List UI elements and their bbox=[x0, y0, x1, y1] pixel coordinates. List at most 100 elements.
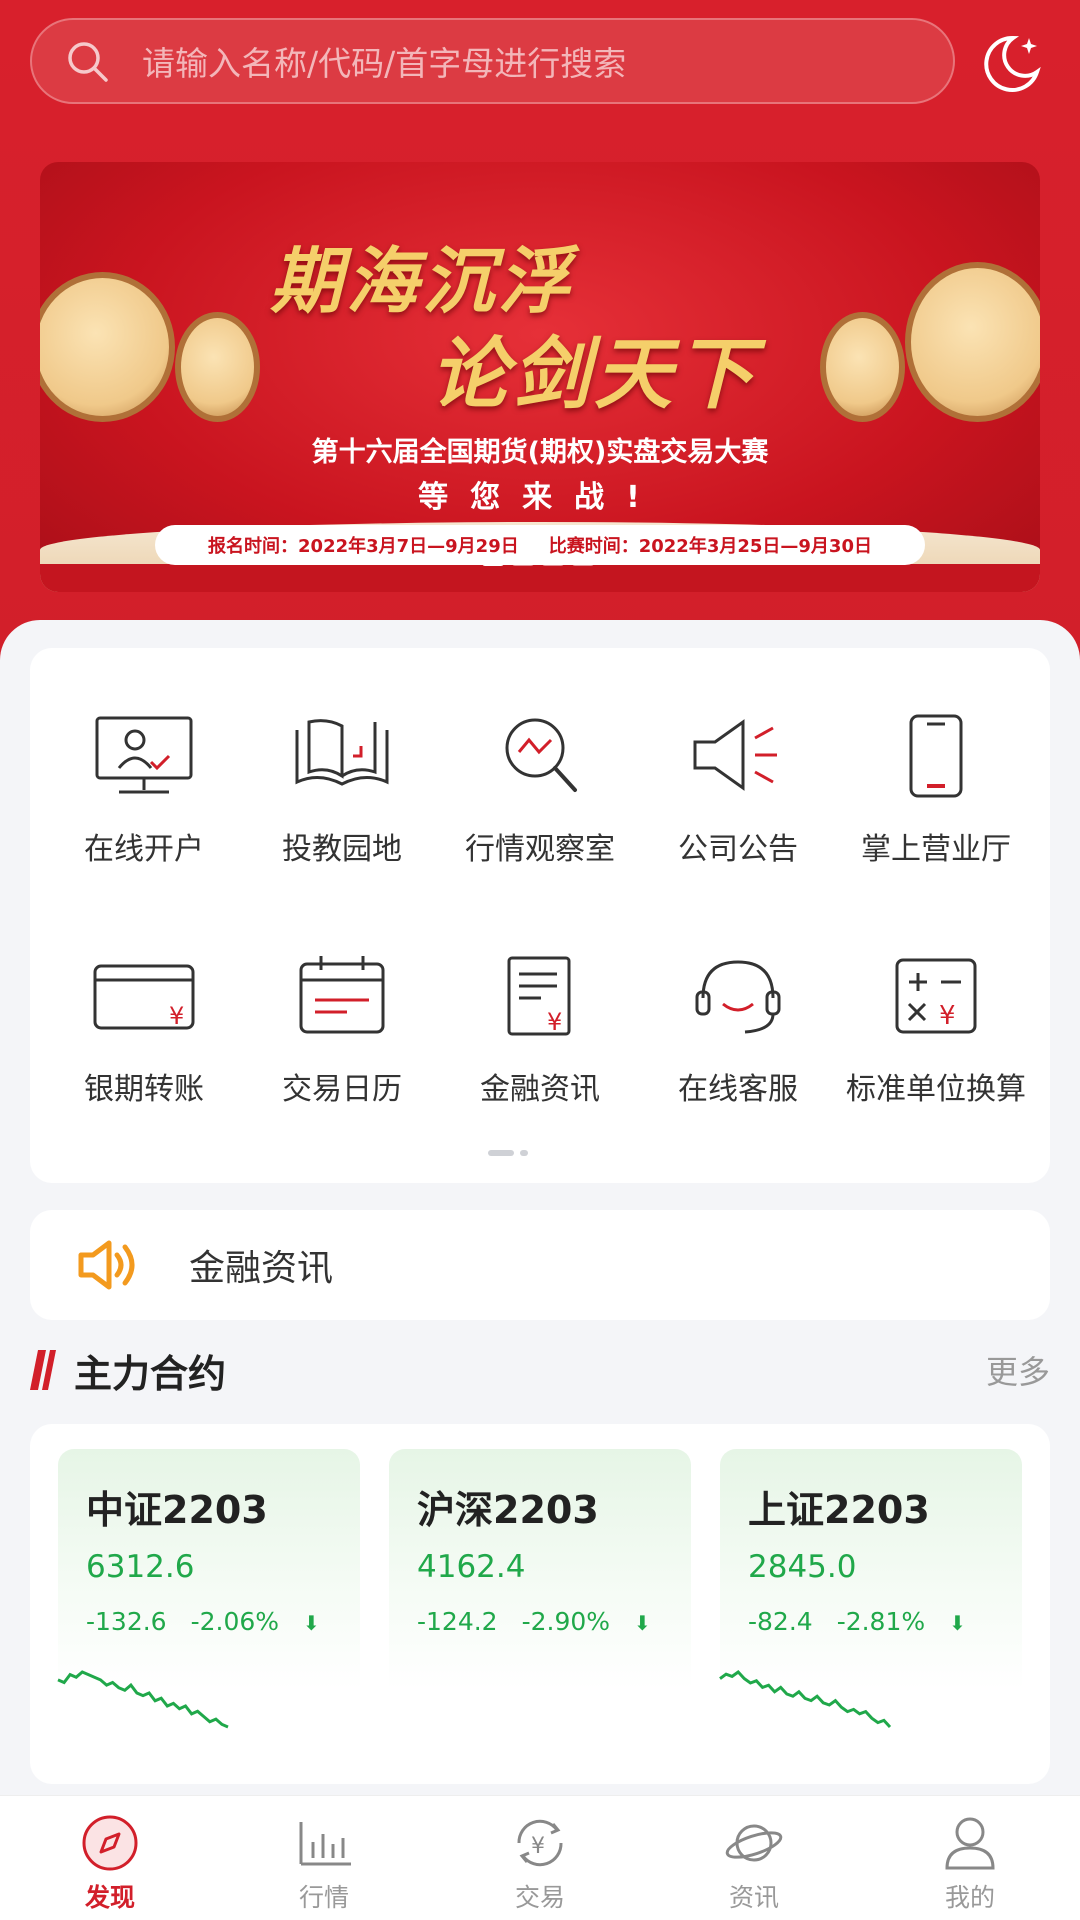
drum-left-small bbox=[175, 312, 260, 422]
menu-item-bank-transfer[interactable]: ¥ 银期转账 bbox=[44, 950, 244, 1108]
menu-item-customer-service[interactable]: 在线客服 bbox=[638, 950, 838, 1108]
sparkline bbox=[389, 1664, 691, 1754]
menu-label: 在线客服 bbox=[678, 1072, 798, 1107]
night-mode-icon[interactable] bbox=[975, 28, 1045, 98]
svg-text:¥: ¥ bbox=[169, 1002, 184, 1030]
search-bar[interactable]: 请输入名称/代码/首字母进行搜索 bbox=[30, 18, 955, 104]
tab-discover[interactable]: 发现 bbox=[50, 1812, 170, 1914]
pager-dot bbox=[520, 1150, 528, 1156]
contract-name: 沪深2203 bbox=[417, 1488, 599, 1532]
menu-label: 行情观察室 bbox=[465, 832, 615, 867]
banner-ribbon bbox=[40, 564, 1040, 592]
bank-transfer-card-icon: ¥ bbox=[93, 964, 195, 1030]
menu-item-education[interactable]: 投教园地 bbox=[242, 710, 442, 868]
tab-label: 发现 bbox=[84, 1883, 135, 1912]
tab-news[interactable]: 资讯 bbox=[694, 1812, 814, 1914]
banner-subtitle: 第十六届全国期货(期权)实盘交易大赛 bbox=[311, 437, 769, 468]
svg-text:¥: ¥ bbox=[939, 1001, 956, 1031]
market-magnifier-icon bbox=[505, 718, 577, 792]
banner-dot bbox=[572, 560, 594, 566]
menu-label: 银期转账 bbox=[84, 1072, 204, 1107]
sparkline-path bbox=[719, 1670, 892, 1729]
sparkline bbox=[719, 1670, 892, 1729]
menu-item-market-watch[interactable]: 行情观察室 bbox=[440, 710, 640, 868]
contract-change: -132.6 bbox=[86, 1607, 167, 1636]
menu-item-announcements[interactable]: 公司公告 bbox=[638, 710, 838, 868]
tab-label: 我的 bbox=[944, 1883, 995, 1912]
section-marker-icon bbox=[30, 1350, 56, 1390]
calculator-icon: ¥ bbox=[895, 958, 977, 1034]
pager-dot-active bbox=[488, 1150, 514, 1156]
contract-name: 中证2203 bbox=[86, 1488, 268, 1532]
calendar-icon bbox=[299, 956, 385, 1034]
contract-price: 2845.0 bbox=[748, 1549, 857, 1585]
menu-item-mobile-hall[interactable]: 掌上营业厅 bbox=[836, 710, 1036, 868]
speaker-icon bbox=[78, 1240, 135, 1290]
contract-change-row: -124.2 -2.90% ⬇ bbox=[417, 1607, 651, 1636]
contract-card[interactable]: 沪深2203 4162.4 -124.2 -2.90% ⬇ bbox=[389, 1449, 691, 1769]
banner-dates: 报名时间：2022年3月7日—9月29日 比赛时间：2022年3月25日—9月3… bbox=[155, 525, 925, 565]
section-title: 主力合约 bbox=[74, 1351, 227, 1396]
profile-person-icon bbox=[945, 1817, 995, 1870]
sparkline-path bbox=[57, 1670, 229, 1729]
tab-profile[interactable]: 我的 bbox=[910, 1812, 1030, 1914]
contract-card[interactable]: 上证2203 2845.0 -82.4 -2.81% ⬇ bbox=[719, 1449, 1022, 1769]
main-contracts-header: 主力合约 更多 bbox=[30, 1340, 1050, 1400]
menu-item-trade-calendar[interactable]: 交易日历 bbox=[242, 950, 442, 1108]
down-arrow-icon: ⬇ bbox=[949, 1611, 966, 1635]
contract-change: -124.2 bbox=[417, 1607, 498, 1636]
announcement-speaker-icon bbox=[693, 719, 777, 791]
banner-pager bbox=[482, 560, 594, 566]
contract-pct: -2.90% bbox=[521, 1607, 611, 1636]
promo-banner[interactable]: 期海沉浮 论剑天下 第十六届全国期货(期权)实盘交易大赛 等您来战! 报名时间：… bbox=[40, 162, 1040, 592]
svg-text:¥: ¥ bbox=[547, 1008, 562, 1036]
mobile-phone-icon bbox=[909, 714, 963, 798]
trade-yuan-icon: ¥ bbox=[517, 1819, 563, 1867]
menu-label: 在线开户 bbox=[84, 832, 204, 867]
sparkline bbox=[57, 1670, 229, 1729]
tab-label: 交易 bbox=[514, 1883, 565, 1912]
menu-item-online-account[interactable]: 在线开户 bbox=[44, 710, 244, 868]
menu-pager bbox=[488, 1150, 528, 1156]
banner-dot bbox=[482, 560, 504, 566]
menu-label: 交易日历 bbox=[282, 1072, 402, 1107]
contract-name: 上证2203 bbox=[748, 1488, 930, 1532]
match-time: 比赛时间：2022年3月25日—9月30日 bbox=[548, 536, 872, 557]
menu-label: 投教园地 bbox=[282, 832, 402, 867]
discover-compass-icon bbox=[82, 1815, 138, 1871]
down-arrow-icon: ⬇ bbox=[303, 1611, 320, 1635]
tab-market[interactable]: 行情 bbox=[264, 1812, 384, 1914]
contract-pct: -2.81% bbox=[836, 1607, 926, 1636]
contract-price: 6312.6 bbox=[86, 1549, 195, 1585]
banner-dot bbox=[512, 560, 534, 566]
headset-icon bbox=[695, 960, 781, 1034]
education-book-icon bbox=[295, 719, 389, 786]
menu-label: 标准单位换算 bbox=[846, 1072, 1026, 1107]
contract-card[interactable]: 中证2203 6312.6 -132.6 -2.06% ⬇ bbox=[57, 1449, 360, 1769]
menu-label: 金融资讯 bbox=[480, 1072, 600, 1107]
banner-dot bbox=[542, 560, 564, 566]
contract-change-row: -132.6 -2.06% ⬇ bbox=[86, 1607, 320, 1636]
menu-label: 掌上营业厅 bbox=[861, 832, 1011, 867]
search-placeholder: 请输入名称/代码/首字母进行搜索 bbox=[142, 44, 627, 83]
news-planet-icon bbox=[725, 1824, 783, 1862]
bottom-tab-bar: 发现 行情 ¥ 交易 资讯 我的 bbox=[0, 1795, 1080, 1920]
banner-call: 等您来战! bbox=[418, 480, 662, 515]
menu-label: 公司公告 bbox=[678, 832, 798, 867]
contract-pct: -2.06% bbox=[190, 1607, 280, 1636]
banner-title-line2: 论剑天下 bbox=[430, 329, 759, 420]
tab-trade[interactable]: ¥ 交易 bbox=[480, 1812, 600, 1914]
tab-label: 资讯 bbox=[728, 1883, 779, 1912]
notice-text: 金融资讯 bbox=[189, 1248, 334, 1289]
more-link[interactable]: 更多 bbox=[986, 1347, 1050, 1393]
menu-item-unit-conversion[interactable]: ¥ 标准单位换算 bbox=[836, 950, 1036, 1108]
news-notice-bar[interactable]: 金融资讯 bbox=[30, 1210, 1050, 1320]
search-icon bbox=[68, 42, 108, 82]
contracts-panel: 中证2203 6312.6 -132.6 -2.06% ⬇ 沪深2203 4162.… bbox=[30, 1424, 1050, 1784]
header: 请输入名称/代码/首字母进行搜索 期海沉浮 论剑天下 第十六届全国期货(期权)实… bbox=[0, 0, 1080, 680]
menu-item-finance-news[interactable]: ¥ 金融资讯 bbox=[440, 950, 640, 1108]
svg-text:¥: ¥ bbox=[531, 1834, 545, 1859]
drum-right-small bbox=[820, 312, 905, 422]
contract-change-row: -82.4 -2.81% ⬇ bbox=[748, 1607, 966, 1636]
contract-change: -82.4 bbox=[748, 1607, 813, 1636]
